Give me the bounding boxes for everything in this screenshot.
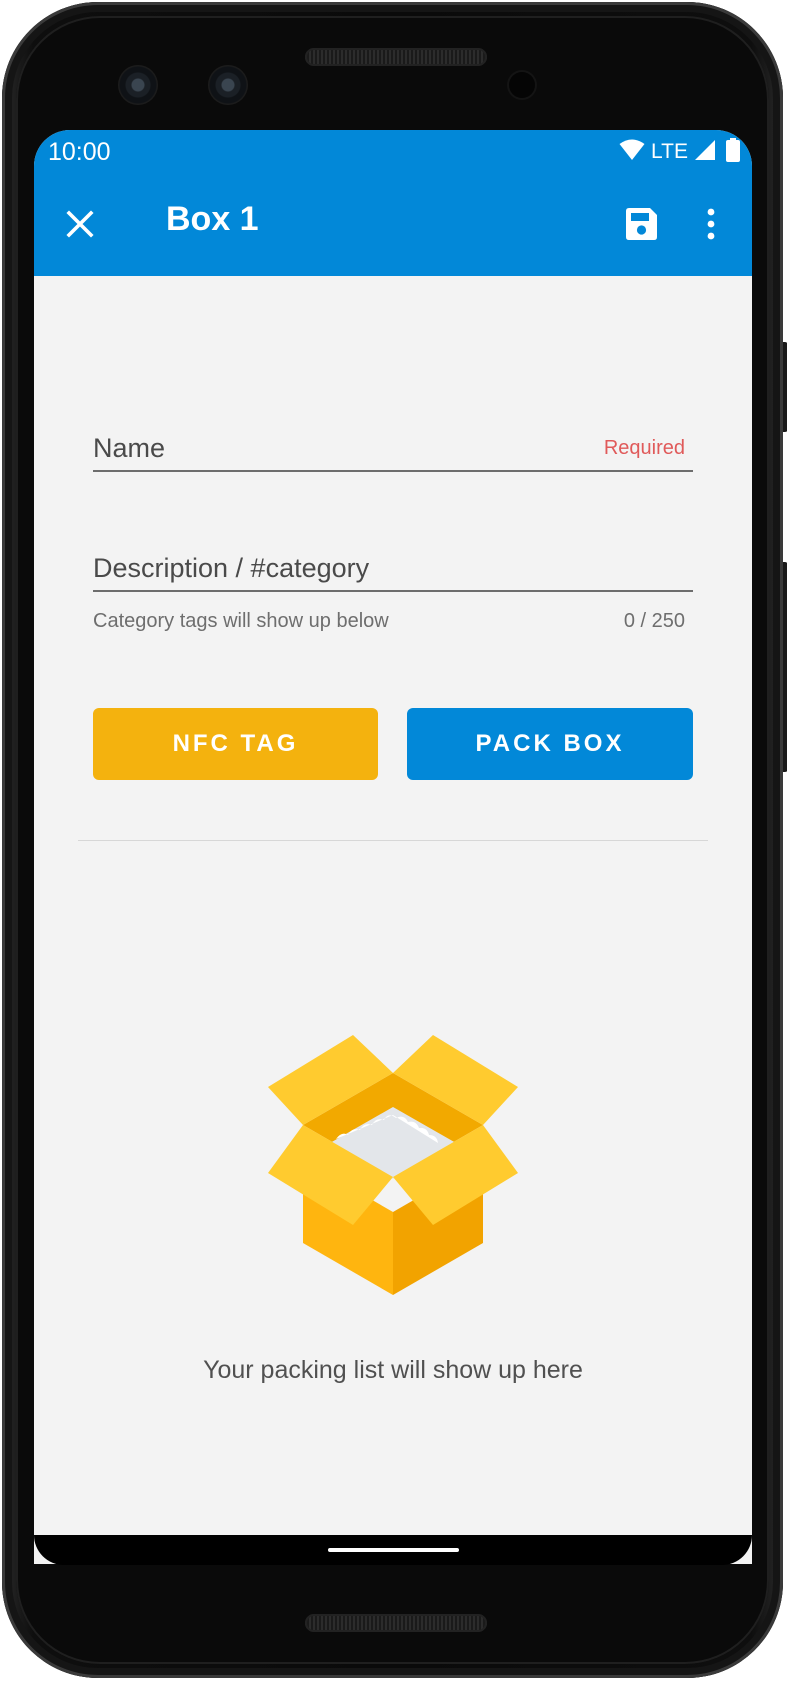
status-time: 10:00 [48,138,111,166]
description-field[interactable]: Description / #category Category tags wi… [93,530,693,640]
wifi-icon [619,139,645,166]
character-counter: 0 / 250 [623,610,685,632]
close-icon [66,209,94,243]
open-box-icon [258,1025,528,1295]
top-speaker [305,48,487,66]
power-button [783,342,787,432]
pack-box-button[interactable]: PACK BOX [407,708,693,780]
helper-text: Category tags will show up below [93,610,389,632]
description-input[interactable]: Description / #category [93,530,693,592]
name-input[interactable]: Name Required [93,410,693,472]
proximity-sensor [509,72,535,98]
volume-button [783,562,787,772]
battery-icon [726,137,740,167]
nfc-tag-button[interactable]: NFC TAG [93,708,378,780]
home-gesture-handle[interactable] [328,1548,459,1552]
save-button[interactable] [609,194,673,258]
page-title: Box 1 [166,200,259,238]
save-icon [623,206,659,247]
status-bar: 10:00 LTE [34,130,752,176]
signal-icon [694,139,716,166]
more-vert-icon [706,208,716,245]
description-placeholder: Description / #category [93,553,370,583]
front-camera-right [208,65,248,105]
name-field[interactable]: Name Required [93,410,693,472]
app-screen: 10:00 LTE Box 1 Name Required Descriptio… [34,130,752,1564]
bottom-speaker [305,1614,487,1632]
close-button[interactable] [48,194,112,258]
more-options-button[interactable] [679,194,743,258]
empty-state-message: Your packing list will show up here [203,1356,583,1384]
name-placeholder: Name [93,433,166,463]
front-camera-left [118,65,158,105]
section-divider [78,840,708,841]
description-helper: Category tags will show up below 0 / 250 [93,606,693,640]
network-type: LTE [651,140,688,163]
app-bar: Box 1 [34,176,752,276]
required-indicator: Required [603,437,685,459]
status-icons: LTE [619,137,740,167]
